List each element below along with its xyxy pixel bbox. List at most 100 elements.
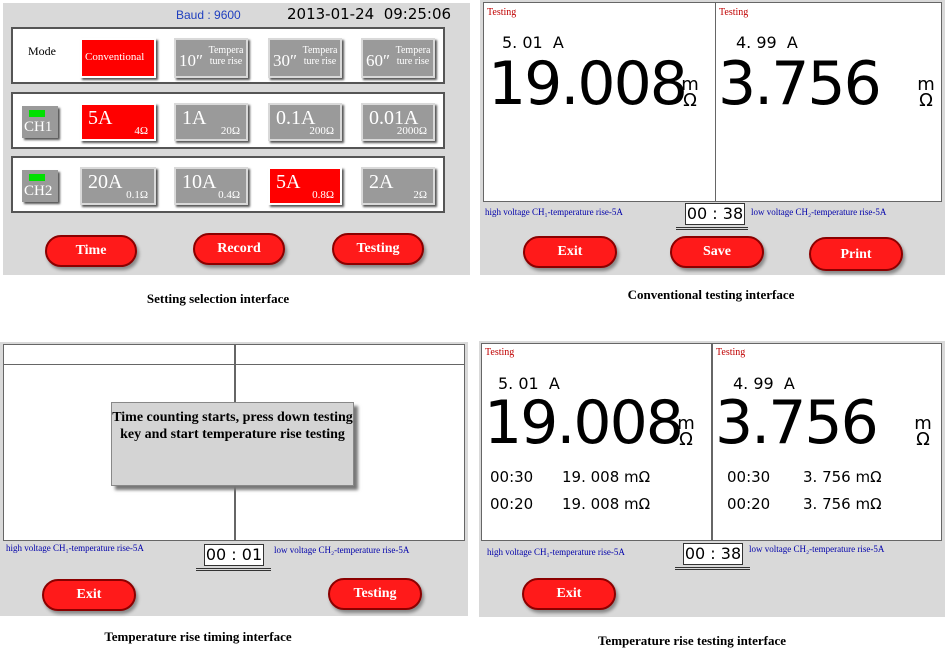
conventional-panel: Testing 5. 01 A 19.008 m Ω Testing 4. 99… xyxy=(480,0,945,275)
rise-right-record-2-value: 3. 756 mΩ xyxy=(803,495,882,513)
settings-panel: Baud : 9600 2013-01-24 09:25:06 Mode Con… xyxy=(3,3,470,275)
rise-left-record-1-time: 00:30 xyxy=(490,468,534,486)
mode-conventional-button[interactable]: Conventional xyxy=(80,38,156,78)
conv-right-unit: m Ω xyxy=(916,76,936,111)
ch1-5a-current: 5A xyxy=(88,107,113,129)
conv-left-screen: Testing 5. 01 A 19.008 m Ω xyxy=(483,2,716,202)
conv-left-unit-bottom: Ω xyxy=(683,90,697,111)
rise-right-record-1-value: 3. 756 mΩ xyxy=(803,468,882,486)
conv-right-unit-bottom: Ω xyxy=(919,90,933,111)
ch1-0.1a-resistance: 200Ω xyxy=(309,125,334,137)
rise-footer-right: low voltage CH₂-temperature rise-5A xyxy=(749,544,885,554)
rise-left-screen: Testing 5. 01 A 19.008 m Ω 00:30 19. 008… xyxy=(481,343,712,541)
timing-left-header-line xyxy=(4,364,234,365)
timing-panel: Time counting starts, press down testing… xyxy=(0,342,468,616)
rise-footer-left: high voltage CH₁-temperature rise-5A xyxy=(487,547,625,557)
ch1-toggle[interactable]: CH1 xyxy=(22,106,58,138)
mode-30s-main: 30″ xyxy=(273,51,298,70)
timing-exit-button[interactable]: Exit xyxy=(42,579,136,611)
conv-save-button[interactable]: Save xyxy=(670,236,764,268)
rise-right-status: Testing xyxy=(716,347,746,358)
ch1-0.01a-button[interactable]: 0.01A 2000Ω xyxy=(361,103,435,141)
rise-left-unit: m Ω xyxy=(676,415,696,450)
rise-left-record-2-time: 00:20 xyxy=(490,495,534,513)
rise-left-record-2-value: 19. 008 mΩ xyxy=(562,495,651,513)
mode-conventional-label: Conventional xyxy=(85,51,145,63)
mode-10s-main: 10″ xyxy=(179,51,204,70)
ch2-20a-current: 20A xyxy=(88,171,123,193)
conv-footer-left: high voltage CH₁-temperature rise-5A xyxy=(485,207,623,217)
timing-timer: 00 : 01 xyxy=(204,544,264,566)
mode-30s-sub: Tempera ture rise xyxy=(302,45,338,67)
conv-timer: 00 : 38 xyxy=(685,203,745,225)
timing-footer-left: high voltage CH₁-temperature rise-5A xyxy=(6,543,144,553)
conv-exit-button[interactable]: Exit xyxy=(523,236,617,268)
rise-left-unit-bottom: Ω xyxy=(679,429,693,450)
ch1-0.01a-resistance: 2000Ω xyxy=(396,125,427,137)
ch2-20a-resistance: 0.1Ω xyxy=(126,189,148,201)
conv-right-status: Testing xyxy=(719,7,749,18)
ch1-row: CH1 5A 4Ω 1A 20Ω 0.1A 200Ω 0.01A 2000Ω xyxy=(11,92,445,149)
rise-timer: 00 : 38 xyxy=(683,543,743,565)
rise-right-record-2-time: 00:20 xyxy=(727,495,771,513)
timing-testing-button[interactable]: Testing xyxy=(328,578,422,610)
ch1-1a-resistance: 20Ω xyxy=(220,125,240,137)
rise-left-reading: 19.008 xyxy=(484,388,684,458)
timing-message-dialog: Time counting starts, press down testing… xyxy=(111,402,354,486)
ch1-led-indicator xyxy=(29,110,45,117)
timing-right-header-line xyxy=(236,364,464,365)
ch2-5a-button[interactable]: 5A 0.8Ω xyxy=(268,167,342,205)
mode-row: Mode Conventional 10″ Tempera ture rise … xyxy=(11,27,445,84)
testing-button[interactable]: Testing xyxy=(332,233,424,265)
rise-exit-button[interactable]: Exit xyxy=(522,578,616,610)
conv-right-reading: 3.756 xyxy=(718,49,882,119)
conventional-caption: Conventional testing interface xyxy=(627,287,795,302)
timing-caption: Temperature rise timing interface xyxy=(104,629,292,644)
rise-right-unit: m Ω xyxy=(913,415,933,450)
ch2-5a-resistance: 0.8Ω xyxy=(312,189,334,201)
ch2-10a-current: 10A xyxy=(182,171,217,193)
mode-60s-rise-button[interactable]: 60″ Tempera ture rise xyxy=(361,38,435,78)
conv-left-status: Testing xyxy=(487,7,517,18)
rise-right-reading: 3.756 xyxy=(715,388,879,458)
mode-10s-sub: Tempera ture rise xyxy=(208,45,244,67)
datetime-display: 2013-01-24 09:25:06 xyxy=(287,5,452,23)
ch1-label: CH1 xyxy=(24,119,53,135)
conv-print-button[interactable]: Print xyxy=(809,237,903,271)
baud-rate: Baud : 9600 xyxy=(176,8,241,22)
mode-label: Mode xyxy=(28,44,56,58)
ch2-5a-current: 5A xyxy=(276,171,301,193)
conv-footer-right: low voltage CH₂-temperature rise-5A xyxy=(751,207,887,217)
rise-panel: Testing 5. 01 A 19.008 m Ω 00:30 19. 008… xyxy=(479,341,945,617)
ch2-label: CH2 xyxy=(24,183,53,199)
time-button[interactable]: Time xyxy=(45,235,137,267)
mode-30s-rise-button[interactable]: 30″ Tempera ture rise xyxy=(268,38,342,78)
rise-right-unit-bottom: Ω xyxy=(916,429,930,450)
conv-timer-underline xyxy=(676,227,748,230)
conv-left-reading: 19.008 xyxy=(488,49,688,119)
settings-caption: Setting selection interface xyxy=(146,291,290,306)
ch1-0.1a-button[interactable]: 0.1A 200Ω xyxy=(268,103,342,141)
ch2-2a-button[interactable]: 2A 2Ω xyxy=(361,167,435,205)
ch2-led-indicator xyxy=(29,174,45,181)
rise-caption: Temperature rise testing interface xyxy=(597,633,787,648)
rise-left-status: Testing xyxy=(485,347,515,358)
ch2-2a-resistance: 2Ω xyxy=(413,189,427,201)
mode-10s-rise-button[interactable]: 10″ Tempera ture rise xyxy=(174,38,248,78)
ch1-1a-current: 1A xyxy=(182,107,207,129)
ch1-1a-button[interactable]: 1A 20Ω xyxy=(174,103,248,141)
mode-60s-sub: Tempera ture rise xyxy=(395,45,431,67)
conv-right-screen: Testing 4. 99 A 3.756 m Ω xyxy=(715,2,942,202)
record-button[interactable]: Record xyxy=(193,233,285,265)
ch2-10a-button[interactable]: 10A 0.4Ω xyxy=(174,167,248,205)
timing-footer-right: low voltage CH₂-temperature rise-5A xyxy=(274,545,410,555)
ch2-2a-current: 2A xyxy=(369,171,394,193)
ch2-20a-button[interactable]: 20A 0.1Ω xyxy=(80,167,156,205)
ch2-toggle[interactable]: CH2 xyxy=(22,170,58,202)
timing-timer-underline xyxy=(196,568,271,571)
ch1-5a-button[interactable]: 5A 4Ω xyxy=(80,103,156,141)
ch2-row: CH2 20A 0.1Ω 10A 0.4Ω 5A 0.8Ω 2A 2Ω xyxy=(11,156,445,213)
rise-right-screen: Testing 4. 99 A 3.756 m Ω 00:30 3. 756 m… xyxy=(712,343,942,541)
rise-timer-underline xyxy=(675,567,750,570)
ch2-10a-resistance: 0.4Ω xyxy=(218,189,240,201)
